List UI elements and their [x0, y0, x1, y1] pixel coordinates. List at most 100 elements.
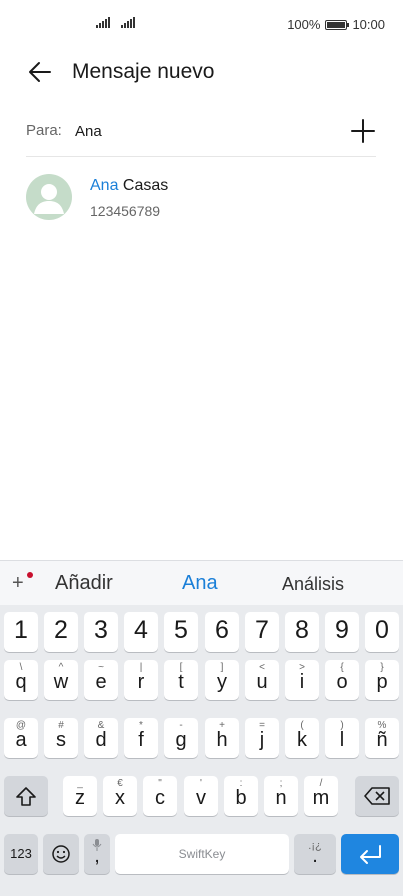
symbols-key[interactable]: 123: [4, 834, 38, 874]
key-b[interactable]: :b: [224, 776, 258, 816]
key-v-label: v: [196, 787, 206, 809]
key-q-label: q: [15, 671, 27, 693]
app-header: Mensaje nuevo: [0, 52, 403, 92]
signal-icon: [121, 17, 135, 28]
key-t[interactable]: [t: [164, 660, 198, 700]
enter-key[interactable]: [341, 834, 399, 874]
suggestion-word-3[interactable]: Análisis: [282, 574, 344, 595]
key-d-label: d: [95, 729, 107, 751]
key-y-label: y: [217, 671, 227, 693]
key-i-label: i: [299, 671, 305, 693]
key-i[interactable]: > i: [285, 660, 319, 700]
notification-dot: [27, 572, 33, 578]
contact-suggestion[interactable]: Ana Casas 123456789: [26, 172, 376, 224]
key-0[interactable]: 0: [365, 612, 399, 652]
key-j[interactable]: = j: [245, 718, 279, 758]
emoji-icon: [52, 845, 70, 863]
key-w-label: w: [53, 671, 69, 693]
key-p-label: p: [376, 671, 388, 693]
key-u[interactable]: < u: [245, 660, 279, 700]
key-1-label: 1: [14, 616, 28, 644]
shift-icon: [16, 787, 36, 806]
key-2[interactable]: 2: [44, 612, 78, 652]
key-ñ[interactable]: % ñ: [365, 718, 399, 758]
status-bar: 100% 10:00: [0, 0, 403, 48]
space-key[interactable]: SwiftKey: [115, 834, 289, 874]
key-7-label: 7: [255, 616, 269, 644]
signal-icon: [96, 17, 110, 28]
key-e-label: e: [95, 671, 107, 693]
backspace-icon: [364, 787, 390, 805]
key-n-label: n: [275, 787, 287, 809]
key-s[interactable]: # s: [44, 718, 78, 758]
contact-name-rest: Casas: [118, 177, 169, 194]
key-ñ-label: ñ: [376, 729, 388, 751]
key-5-label: 5: [174, 616, 188, 644]
key-8-label: 8: [295, 616, 309, 644]
emoji-key[interactable]: [43, 834, 79, 874]
back-arrow-icon[interactable]: [26, 58, 54, 86]
key-b-label: b: [235, 787, 247, 809]
backspace-key[interactable]: [355, 776, 399, 816]
key-k[interactable]: (k: [285, 718, 319, 758]
key-p[interactable]: } p: [365, 660, 399, 700]
key-6[interactable]: 6: [205, 612, 239, 652]
key-g-label: g: [175, 729, 187, 751]
key-d[interactable]: & d: [84, 718, 118, 758]
key-h[interactable]: + h: [205, 718, 239, 758]
key-r-label: r: [137, 671, 145, 693]
period-key[interactable]: .¡¿ .: [294, 834, 336, 874]
key-4-label: 4: [134, 616, 148, 644]
keyboard: + Añadir Ana Análisis 1 2 3 4 5 6 7 8 9 0 \ q ^ w ~ e | r…: [0, 560, 403, 896]
person-avatar-icon: [26, 174, 72, 220]
key-y[interactable]: ] y: [205, 660, 239, 700]
key-z-label: z: [75, 787, 85, 809]
comma-key[interactable]: ,: [84, 834, 110, 874]
to-label: Para:: [26, 122, 62, 139]
contact-name: Ana Casas: [90, 177, 168, 195]
key-8[interactable]: 8: [285, 612, 319, 652]
key-7[interactable]: 7: [245, 612, 279, 652]
key-o-label: o: [336, 671, 348, 693]
key-l[interactable]: ) l: [325, 718, 359, 758]
key-a-label: a: [15, 729, 27, 751]
key-3[interactable]: 3: [84, 612, 118, 652]
clock: 10:00: [352, 17, 385, 32]
suggestion-word-2[interactable]: Ana: [182, 572, 218, 595]
key-g[interactable]: -g: [164, 718, 198, 758]
battery-icon: [325, 19, 350, 30]
key-m-label: m: [312, 787, 330, 809]
key-j-label: j: [259, 729, 265, 751]
key-v[interactable]: ' v: [184, 776, 218, 816]
contact-number: 123456789: [90, 203, 161, 219]
key-w[interactable]: ^ w: [44, 660, 78, 700]
key-1[interactable]: 1: [4, 612, 38, 652]
key-x[interactable]: € x: [103, 776, 137, 816]
key-5[interactable]: 5: [164, 612, 198, 652]
key-s-label: s: [56, 729, 66, 751]
key-f[interactable]: * f: [124, 718, 158, 758]
key-x-label: x: [115, 787, 125, 809]
key-n[interactable]: ; n: [264, 776, 298, 816]
key-2-label: 2: [54, 616, 68, 644]
key-q[interactable]: \ q: [4, 660, 38, 700]
suggestion-bar: + Añadir Ana Análisis: [0, 560, 403, 605]
key-o[interactable]: {o: [325, 660, 359, 700]
key-z[interactable]: _ z: [63, 776, 97, 816]
shift-key[interactable]: [4, 776, 48, 816]
key-a[interactable]: @ a: [4, 718, 38, 758]
comma-label: ,: [94, 845, 100, 867]
toolbar-plus-icon[interactable]: +: [12, 572, 24, 595]
key-c[interactable]: " c: [143, 776, 177, 816]
recipient-row: Para:: [26, 110, 376, 157]
plus-icon[interactable]: [350, 118, 376, 144]
key-e[interactable]: ~ e: [84, 660, 118, 700]
key-l-label: l: [339, 729, 345, 751]
key-m[interactable]: / m: [304, 776, 338, 816]
recipient-input[interactable]: [75, 119, 325, 143]
key-4[interactable]: 4: [124, 612, 158, 652]
suggestion-word-1[interactable]: Añadir: [55, 572, 113, 595]
key-9[interactable]: 9: [325, 612, 359, 652]
key-r[interactable]: | r: [124, 660, 158, 700]
key-f-label: f: [138, 729, 144, 751]
